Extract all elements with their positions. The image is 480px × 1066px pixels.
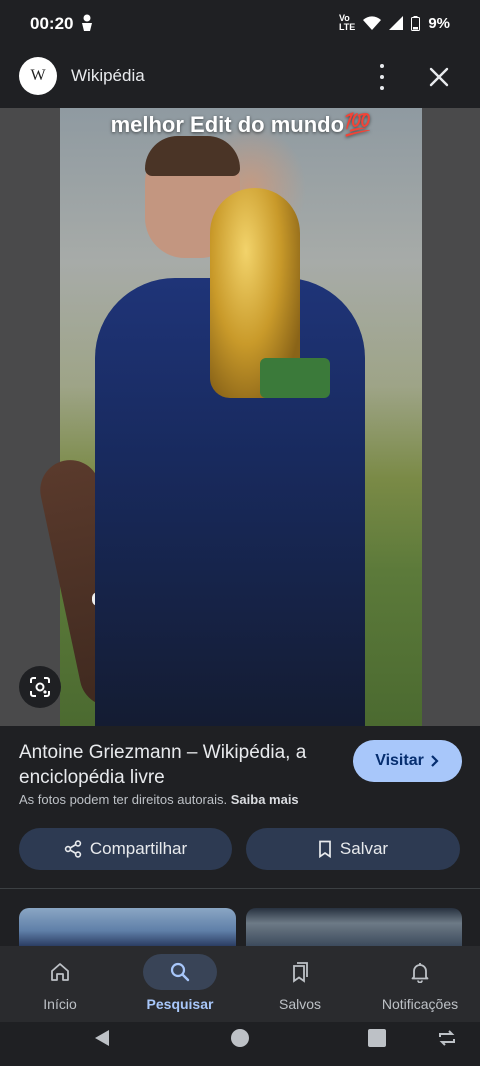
close-icon[interactable] <box>426 64 452 90</box>
nav-item-home[interactable]: Início <box>0 946 120 1022</box>
rights-text: As fotos podem ter direitos autorais. <box>19 792 228 807</box>
status-time: 00:20 <box>30 14 74 33</box>
lens-icon <box>30 677 50 697</box>
related-image-thumbnail[interactable] <box>19 908 236 946</box>
share-label: Compartilhar <box>89 839 188 858</box>
photo-player-hair <box>145 136 240 176</box>
visit-button[interactable]: Visitar <box>353 740 462 782</box>
nav-item-saved[interactable]: Salvos <box>240 946 360 1022</box>
chevron-right-icon <box>431 755 439 767</box>
share-icon <box>64 840 82 858</box>
photo-trophy-base <box>260 358 330 398</box>
site-name[interactable]: Wikipédia <box>71 66 145 86</box>
battery-icon <box>411 15 421 31</box>
more-options-icon[interactable] <box>370 64 394 90</box>
bookmarks-icon <box>263 954 337 990</box>
status-bar: 00:20 Vo LTE 9% <box>0 0 480 46</box>
nav-item-notifications[interactable]: Notificações <box>360 946 480 1022</box>
learn-more-link[interactable]: Saiba mais <box>231 792 299 807</box>
wifi-icon <box>363 16 382 30</box>
home-icon <box>23 954 97 990</box>
volte-icon: Vo LTE <box>338 13 356 32</box>
wikipedia-logo[interactable]: W <box>19 57 57 95</box>
result-title[interactable]: Antoine Griezmann – Wikipédia, a enciclo… <box>19 740 339 790</box>
status-right: Vo LTE 9% <box>339 14 450 32</box>
nav-item-search[interactable]: Pesquisar <box>120 946 240 1022</box>
copyright-notice: As fotos podem ter direitos autorais. Sa… <box>19 792 299 807</box>
bell-icon <box>383 954 457 990</box>
nav-label: Pesquisar <box>146 996 214 1012</box>
battery-percent: 9% <box>428 14 450 32</box>
notification-icon <box>80 14 94 37</box>
recents-icon[interactable] <box>368 1029 386 1052</box>
share-button[interactable]: Compartilhar <box>19 828 232 870</box>
nav-label: Salvos <box>278 996 322 1012</box>
bookmark-icon <box>319 840 331 858</box>
back-icon[interactable] <box>92 1028 112 1053</box>
image-preview[interactable]: melhor Edit do mundo💯 <box>0 108 480 726</box>
image-overlay-text: melhor Edit do mundo💯 <box>110 112 372 137</box>
signal-icon <box>389 16 404 30</box>
related-image-thumbnail[interactable] <box>246 908 462 946</box>
rotate-icon[interactable] <box>437 1029 457 1052</box>
home-button-icon[interactable] <box>230 1028 250 1053</box>
nav-label: Notificações <box>381 996 459 1012</box>
save-label: Salvar <box>339 839 389 858</box>
divider <box>0 888 480 889</box>
save-button[interactable]: Salvar <box>246 828 460 870</box>
lens-button[interactable] <box>19 666 61 708</box>
search-icon <box>143 954 217 990</box>
nav-label: Início <box>43 996 77 1012</box>
visit-label: Visitar <box>375 752 424 769</box>
